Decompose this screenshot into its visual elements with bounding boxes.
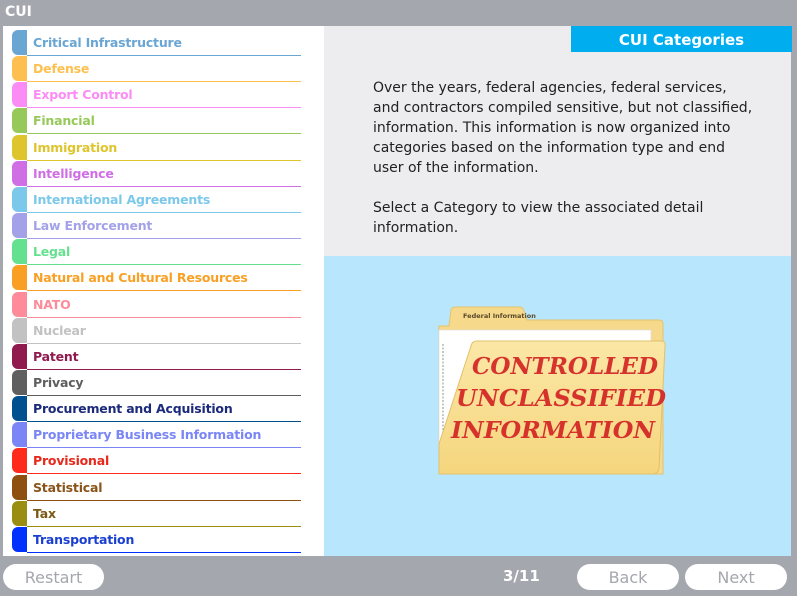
- category-item[interactable]: Law Enforcement: [12, 213, 301, 240]
- category-label: Immigration: [33, 139, 118, 155]
- section-header: CUI Categories: [571, 26, 792, 52]
- description-text: Over the years, federal agencies, federa…: [373, 78, 753, 238]
- navigation-bar: Restart 3/11 Back Next: [0, 556, 797, 596]
- category-label: Patent: [33, 348, 79, 364]
- category-item[interactable]: Privacy: [12, 369, 301, 396]
- category-label: Legal: [33, 244, 71, 260]
- category-color-tab: [12, 291, 27, 317]
- category-label: Natural and Cultural Resources: [33, 270, 248, 286]
- intro-paragraph: Over the years, federal agencies, federa…: [373, 80, 753, 176]
- category-item[interactable]: Procurement and Acquisition: [12, 396, 301, 423]
- category-label: Critical Infrastructure: [33, 35, 182, 50]
- category-divider: [27, 551, 301, 553]
- page-counter: 3/11: [503, 567, 540, 585]
- folder-tab-label: Federal Information: [463, 312, 536, 320]
- category-color-tab: [12, 30, 27, 55]
- back-button[interactable]: Back: [577, 564, 679, 590]
- category-item[interactable]: Intelligence: [12, 160, 301, 187]
- category-item[interactable]: NATO: [12, 291, 301, 318]
- category-color-tab: [12, 474, 27, 500]
- image-area: Federal Information CONTROLLED UNCLASSIF…: [324, 256, 791, 556]
- category-color-tab: [12, 108, 27, 134]
- category-color-tab: [12, 239, 27, 265]
- category-label: Transportation: [33, 531, 135, 547]
- category-item[interactable]: Export Control: [12, 82, 301, 109]
- category-color-tab: [12, 448, 27, 474]
- category-item[interactable]: International Agreements: [12, 186, 301, 213]
- category-color-tab: [12, 369, 27, 395]
- cui-folder-image: Federal Information CONTROLLED UNCLASSIF…: [438, 306, 666, 475]
- category-item[interactable]: Nuclear: [12, 317, 301, 344]
- category-color-tab: [12, 160, 27, 186]
- category-item[interactable]: Transportation: [12, 526, 301, 553]
- category-label: Statistical: [33, 479, 103, 495]
- stamp-line-2: UNCLASSIFIED: [456, 385, 666, 412]
- content-panel: CUI Categories Over the years, federal a…: [324, 26, 792, 556]
- category-color-tab: [12, 422, 27, 448]
- category-label: Defense: [33, 61, 90, 77]
- category-label: Intelligence: [33, 165, 114, 181]
- category-item[interactable]: Natural and Cultural Resources: [12, 265, 301, 292]
- category-item[interactable]: Statistical: [12, 474, 301, 501]
- stamp-line-3: INFORMATION: [450, 417, 656, 444]
- restart-button[interactable]: Restart: [3, 564, 104, 590]
- category-label: Proprietary Business Information: [33, 427, 262, 443]
- category-color-tab: [12, 265, 27, 291]
- category-label: Privacy: [33, 374, 84, 390]
- category-list: Critical Infrastructure Defense Export Con…: [3, 26, 324, 556]
- category-color-tab: [12, 186, 27, 212]
- category-item[interactable]: Tax: [12, 500, 301, 527]
- category-label: Law Enforcement: [33, 218, 153, 234]
- category-item[interactable]: Critical Infrastructure: [12, 30, 301, 56]
- description-area: CUI Categories Over the years, federal a…: [324, 26, 792, 256]
- category-color-tab: [12, 82, 27, 108]
- category-color-tab: [12, 134, 27, 160]
- category-item[interactable]: Defense: [12, 56, 301, 83]
- category-color-tab: [12, 500, 27, 526]
- category-color-tab: [12, 396, 27, 422]
- category-item[interactable]: Legal: [12, 239, 301, 266]
- stamp-line-1: CONTROLLED: [472, 353, 658, 380]
- category-item[interactable]: Financial: [12, 108, 301, 135]
- category-item[interactable]: Immigration: [12, 134, 301, 161]
- category-label: Provisional: [33, 453, 110, 469]
- category-item[interactable]: Patent: [12, 343, 301, 370]
- category-label: Nuclear: [33, 322, 86, 338]
- category-label: Export Control: [33, 87, 133, 103]
- category-label: Financial: [33, 113, 95, 129]
- next-button[interactable]: Next: [685, 564, 787, 590]
- category-label: Procurement and Acquisition: [33, 401, 233, 417]
- category-item[interactable]: Proprietary Business Information: [12, 422, 301, 449]
- category-color-tab: [12, 213, 27, 239]
- category-label: International Agreements: [33, 191, 211, 207]
- instruction-paragraph: Select a Category to view the associated…: [373, 200, 704, 236]
- category-color-tab: [12, 343, 27, 369]
- window-title: CUI: [0, 0, 797, 25]
- category-color-tab: [12, 317, 27, 343]
- category-label: NATO: [33, 296, 71, 312]
- category-color-tab: [12, 56, 27, 82]
- category-item[interactable]: Provisional: [12, 448, 301, 475]
- category-color-tab: [12, 526, 27, 552]
- category-label: Tax: [33, 505, 56, 521]
